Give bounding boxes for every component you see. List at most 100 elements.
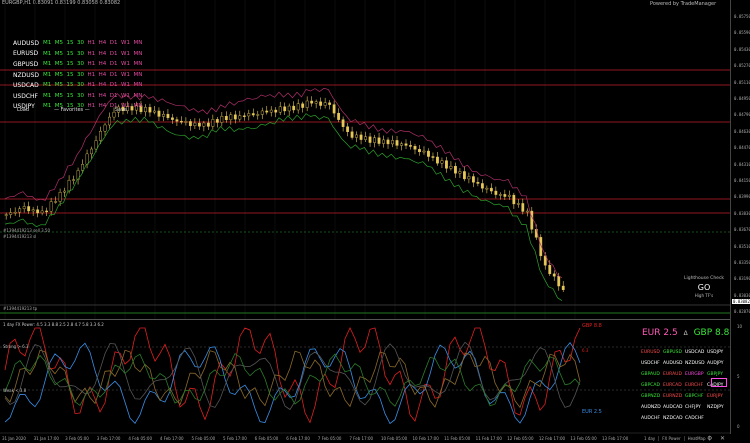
timeframe-button-m5[interactable]: M5 xyxy=(55,51,63,57)
pair-cell-nzdusd[interactable]: NZDUSD xyxy=(685,361,705,366)
favorites-button[interactable]: — Favorites — xyxy=(54,107,90,113)
timeframe-button-30[interactable]: 30 xyxy=(77,72,84,78)
symbol-label[interactable]: USDCAD xyxy=(13,82,43,89)
pair-cell-audusd[interactable]: AUDUSD xyxy=(663,361,682,366)
timeframe-button-h1[interactable]: H1 xyxy=(88,51,96,57)
timeframe-button-mn[interactable]: MN xyxy=(133,93,142,99)
save-button[interactable]: Save xyxy=(115,107,127,113)
pair-cell-usdcad[interactable]: USDCAD xyxy=(685,350,704,355)
candle-body xyxy=(67,180,71,192)
timeframe-button-30[interactable]: 30 xyxy=(77,93,84,99)
symbol-label[interactable]: EURUSD xyxy=(13,50,43,57)
timeframe-button-w1[interactable]: W1 xyxy=(121,51,130,57)
timeframe-button-mn[interactable]: MN xyxy=(133,82,142,88)
timeframe-button-d1[interactable]: D1 xyxy=(110,40,118,46)
pair-cell-eurcad[interactable]: EURCAD xyxy=(663,383,682,388)
timeframe-button-mn[interactable]: MN xyxy=(133,40,142,46)
pair-cell-eurjpy[interactable]: EURJPY xyxy=(707,394,723,399)
pair-cell-eurchf[interactable]: EURCHF xyxy=(685,383,703,388)
time-tick-label: 7 Feb 17:00 xyxy=(349,436,374,441)
pair-cell-eurusd[interactable]: EURUSD xyxy=(641,350,660,355)
timeframe-button-m5[interactable]: M5 xyxy=(55,93,63,99)
candle-body xyxy=(516,203,520,205)
timeframe-button-m1[interactable]: M1 xyxy=(43,93,51,99)
timeframe-button-m1[interactable]: M1 xyxy=(43,82,51,88)
timeframe-button-15[interactable]: 15 xyxy=(67,93,74,99)
timeframe-button-h4[interactable]: H4 xyxy=(99,61,107,67)
pair-cell-gbpchf[interactable]: GBPCHF xyxy=(685,394,703,399)
timeframe-button-m1[interactable]: M1 xyxy=(43,51,51,57)
timeframe-button-h1[interactable]: H1 xyxy=(88,72,96,78)
symbol-label[interactable]: GBPUSD xyxy=(13,61,43,68)
timeframe-button-mn[interactable]: MN xyxy=(133,72,142,78)
timeframe-button-d1[interactable]: D1 xyxy=(110,72,118,78)
time-tick-label: 7 Feb 05:00 xyxy=(317,436,342,441)
timeframe-button-w1[interactable]: W1 xyxy=(121,93,130,99)
timeframe-button-15[interactable]: 15 xyxy=(67,72,74,78)
timeframe-button-d1[interactable]: D1 xyxy=(110,51,118,57)
pair-cell-cadchf[interactable]: CADCHF xyxy=(685,416,704,421)
load-button[interactable]: Load xyxy=(17,107,29,113)
timeframe-button-h1[interactable]: H1 xyxy=(88,40,96,46)
pair-cell-audchf[interactable]: AUDCHF xyxy=(641,416,660,421)
timeframe-button-30[interactable]: 30 xyxy=(77,61,84,67)
pair-cell-audnzd[interactable]: AUDNZD xyxy=(641,405,661,410)
candle-body xyxy=(197,122,201,127)
timeframe-button-h4[interactable]: H4 xyxy=(99,93,107,99)
pair-cell-nzdjpy[interactable]: NZDJPY xyxy=(707,405,724,410)
timeframe-button-h4[interactable]: H4 xyxy=(99,51,107,57)
timeframe-button-mn[interactable]: MN xyxy=(133,51,142,57)
price-scale[interactable]: 0.85750 0.85590 0.85430 0.85270 0.85110 0.849… xyxy=(730,0,750,320)
timeframe-button-w1[interactable]: W1 xyxy=(121,82,130,88)
stoploss-line-label: #1394419213 sl xyxy=(3,234,37,239)
timeframe-button-mn[interactable]: MN xyxy=(133,103,142,109)
symbol-label[interactable]: USDCHF xyxy=(13,93,43,100)
pair-cell-usdchf[interactable]: USDCHF xyxy=(641,361,660,366)
timeframe-button-h4[interactable]: H4 xyxy=(99,40,107,46)
timeframe-button-mn[interactable]: MN xyxy=(133,61,142,67)
timeframe-button-30[interactable]: 30 xyxy=(77,82,84,88)
timeframe-button-m1[interactable]: M1 xyxy=(43,61,51,67)
pair-cell-audcad[interactable]: AUDCAD xyxy=(663,405,683,410)
timeframe-button-m1[interactable]: M1 xyxy=(43,72,51,78)
timeframe-button-h1[interactable]: H1 xyxy=(88,82,96,88)
symbol-label[interactable]: AUDUSD xyxy=(13,40,43,47)
candle-body xyxy=(436,156,439,164)
timeframe-button-d1[interactable]: D1 xyxy=(110,82,118,88)
timeframe-button-h1[interactable]: H1 xyxy=(88,93,96,99)
pair-cell-gbpnzd[interactable]: GBPNZD xyxy=(641,394,660,399)
pair-cell-gbpjpy[interactable]: GBPJPY xyxy=(707,372,723,377)
fx-power-indicator[interactable]: 1 day FX Power: 4.5 3.3 8.8 2.5 2.8 4.7 … xyxy=(0,320,730,434)
timeframe-button-m5[interactable]: M5 xyxy=(55,61,63,67)
timeframe-button-m5[interactable]: M5 xyxy=(55,82,63,88)
timeframe-button-15[interactable]: 15 xyxy=(67,61,74,67)
pair-cell-eurgbp[interactable]: EURGBP xyxy=(685,372,704,377)
timeframe-button-30[interactable]: 30 xyxy=(77,51,84,57)
timeframe-button-m1[interactable]: M1 xyxy=(43,40,51,46)
timeframe-button-30[interactable]: 30 xyxy=(77,40,84,46)
pair-cell-audjpy[interactable]: AUDJPY xyxy=(707,361,724,366)
timeframe-button-w1[interactable]: W1 xyxy=(121,40,130,46)
timeframe-button-m5[interactable]: M5 xyxy=(55,72,63,78)
pair-cell-chfjpy[interactable]: CHFJPY xyxy=(685,405,701,410)
pair-cell-gbpaud[interactable]: GBPAUD xyxy=(641,372,660,377)
timeframe-button-15[interactable]: 15 xyxy=(67,51,74,57)
pair-cell-gbpusd[interactable]: GBPUSD xyxy=(663,350,682,355)
pair-cell-eurnzd[interactable]: EURNZD xyxy=(663,394,682,399)
timeframe-button-m5[interactable]: M5 xyxy=(55,40,63,46)
pair-cell-gbpcad[interactable]: GBPCAD xyxy=(641,383,660,388)
pair-cell-nzdcad[interactable]: NZDCAD xyxy=(663,416,683,421)
timeframe-button-w1[interactable]: W1 xyxy=(121,72,130,78)
timeframe-button-d1[interactable]: D1 xyxy=(110,93,118,99)
timeframe-button-h1[interactable]: H1 xyxy=(88,61,96,67)
timeframe-button-15[interactable]: 15 xyxy=(67,40,74,46)
timeframe-button-h4[interactable]: H4 xyxy=(99,72,107,78)
timeframe-button-d1[interactable]: D1 xyxy=(110,61,118,67)
pair-cell-usdjpy[interactable]: USDJPY xyxy=(707,350,723,355)
time-tick-label: 5 Feb 17:00 xyxy=(223,436,247,441)
pair-cell-euraud[interactable]: EURAUD xyxy=(663,372,682,377)
timeframe-button-w1[interactable]: W1 xyxy=(121,61,130,67)
timeframe-button-h4[interactable]: H4 xyxy=(99,82,107,88)
timeframe-button-15[interactable]: 15 xyxy=(67,82,74,88)
symbol-label[interactable]: NZDUSD xyxy=(13,72,43,79)
